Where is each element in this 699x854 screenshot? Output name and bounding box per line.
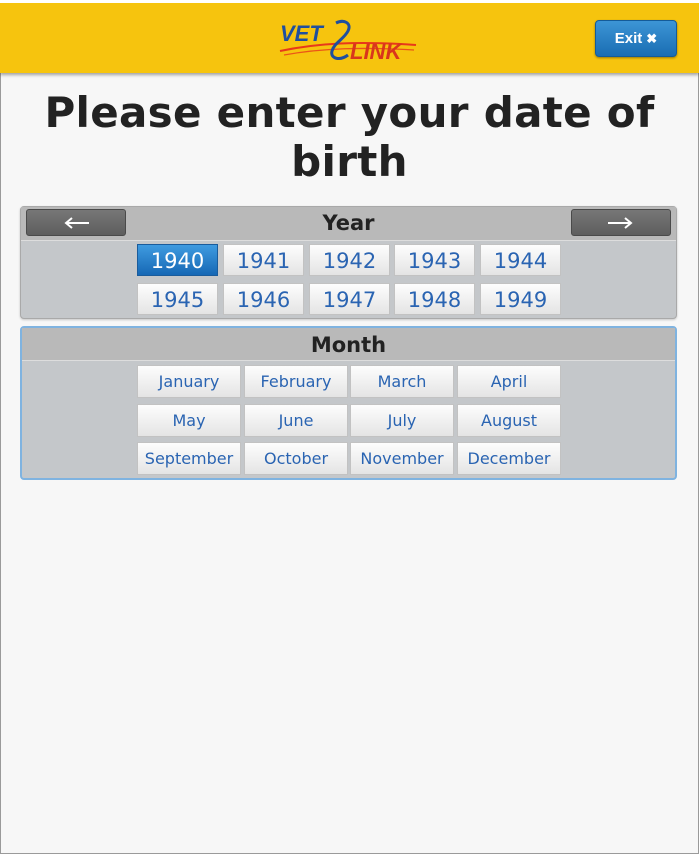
year-header: Year <box>21 207 676 241</box>
month-header: Month <box>22 328 675 361</box>
month-option-june[interactable]: June <box>244 404 348 437</box>
logo-text-link: LINK <box>350 39 403 63</box>
year-option-1943[interactable]: 1943 <box>394 244 475 276</box>
page-title: Please enter your date of birth <box>44 88 655 186</box>
exit-button[interactable]: Exit ✖ <box>595 20 677 57</box>
year-option-1940[interactable]: 1940 <box>137 244 218 276</box>
exit-label: Exit <box>614 30 643 47</box>
month-option-october[interactable]: October <box>244 442 348 475</box>
next-decade-button[interactable] <box>571 209 671 236</box>
month-option-september[interactable]: September <box>137 442 241 475</box>
arrow-left-icon <box>64 216 89 229</box>
month-option-december[interactable]: December <box>457 442 561 475</box>
month-option-february[interactable]: February <box>244 365 348 398</box>
arrow-right-icon <box>608 216 633 229</box>
logo-text-vet: VET <box>280 21 324 46</box>
month-option-november[interactable]: November <box>350 442 454 475</box>
year-option-1946[interactable]: 1946 <box>223 283 304 315</box>
year-option-1941[interactable]: 1941 <box>223 244 304 276</box>
month-option-july[interactable]: July <box>350 404 454 437</box>
year-selector: Year 1940 1941 1942 1943 1944 1945 1946 … <box>20 206 677 319</box>
vetlink-logo: VET LINK <box>279 19 417 63</box>
month-selector: Month January February March April May J… <box>20 326 677 480</box>
year-option-1942[interactable]: 1942 <box>309 244 390 276</box>
month-option-april[interactable]: April <box>457 365 561 398</box>
year-option-1945[interactable]: 1945 <box>137 283 218 315</box>
year-heading: Year <box>322 211 375 235</box>
previous-decade-button[interactable] <box>26 209 126 236</box>
year-option-1949[interactable]: 1949 <box>480 283 561 315</box>
year-option-1947[interactable]: 1947 <box>309 283 390 315</box>
app-header: VET LINK Exit ✖ <box>0 0 699 73</box>
close-icon: ✖ <box>646 30 658 46</box>
month-option-august[interactable]: August <box>457 404 561 437</box>
month-option-january[interactable]: January <box>137 365 241 398</box>
year-option-1948[interactable]: 1948 <box>394 283 475 315</box>
month-option-may[interactable]: May <box>137 404 241 437</box>
month-heading: Month <box>310 333 387 357</box>
month-option-march[interactable]: March <box>350 365 454 398</box>
year-option-1944[interactable]: 1944 <box>480 244 561 276</box>
